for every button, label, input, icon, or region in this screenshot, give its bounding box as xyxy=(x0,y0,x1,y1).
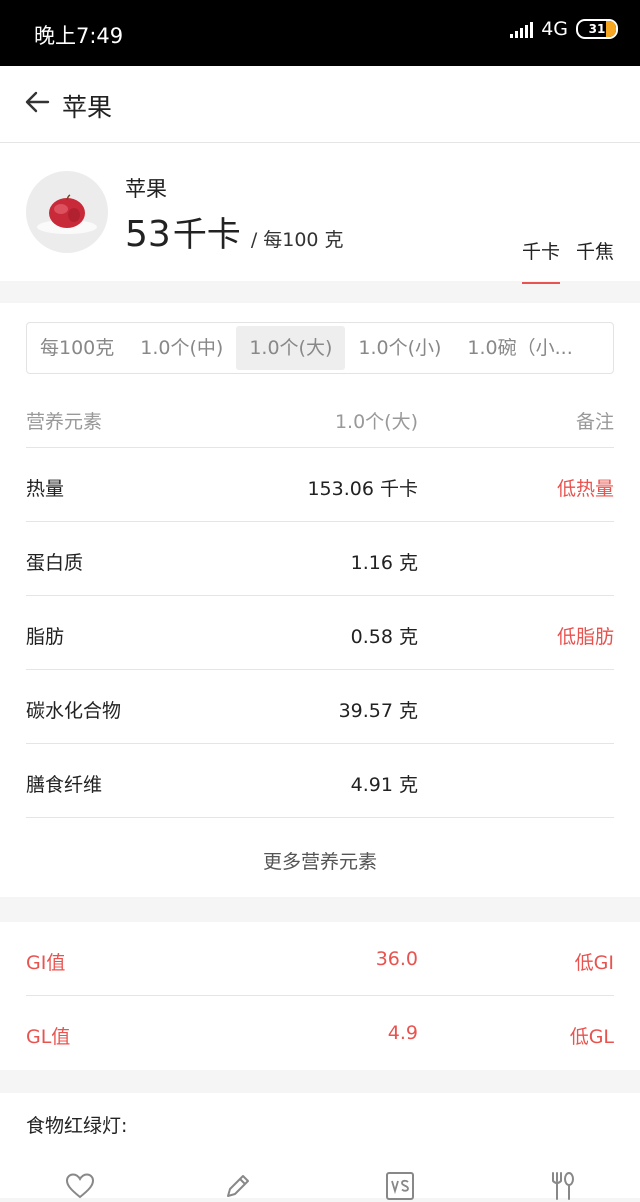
nutrient-value: 4.91 克 xyxy=(350,774,418,796)
nutrient-name: 热量 xyxy=(26,478,65,500)
status-time: 晚上7:49 xyxy=(34,24,124,48)
nutrient-value: 0.58 克 xyxy=(350,626,418,648)
table-row: 膳食纤维 4.91 克 xyxy=(26,744,614,818)
battery-icon: 31 xyxy=(576,19,618,39)
portion-selector: 每100克 1.0个(中) 1.0个(大) 1.0个(小) 1.0碗（小... xyxy=(26,322,614,374)
header-note: 备注 xyxy=(575,411,614,433)
food-name: 苹果 xyxy=(125,177,167,201)
table-row: 蛋白质 1.16 克 xyxy=(26,522,614,596)
gl-value: 4.9 xyxy=(387,1022,418,1044)
gl-note: 低GL xyxy=(569,1026,614,1048)
back-arrow-icon[interactable] xyxy=(24,88,52,116)
gi-value: 36.0 xyxy=(375,948,418,970)
nutrient-name: 膳食纤维 xyxy=(26,774,103,796)
gi-note: 低GI xyxy=(574,952,614,974)
nutrient-name: 脂肪 xyxy=(26,626,65,648)
nutrient-note: 低脂肪 xyxy=(556,626,614,648)
tab-kj[interactable]: 千焦 xyxy=(576,237,614,284)
gi-row: GI值 36.0 低GI xyxy=(26,922,614,996)
network-label: 4G xyxy=(541,18,568,40)
portion-per-100g[interactable]: 每100克 xyxy=(27,326,127,370)
bottom-toolbar xyxy=(0,1160,640,1200)
nutrient-value: 1.16 克 xyxy=(350,552,418,574)
fork-spoon-icon[interactable] xyxy=(546,1170,578,1202)
nutrient-name: 蛋白质 xyxy=(26,552,84,574)
table-row: 热量 153.06 千卡 低热量 xyxy=(26,448,614,522)
table-row: 碳水化合物 39.57 克 xyxy=(26,670,614,744)
app-header: 苹果 xyxy=(0,66,640,143)
calorie-value: 53 xyxy=(125,214,171,255)
vs-icon[interactable] xyxy=(384,1170,416,1202)
nutrient-name: 碳水化合物 xyxy=(26,700,122,722)
header-nutrient: 营养元素 xyxy=(26,411,103,433)
food-summary: 苹果 53 千卡 / 每100 克 千卡 千焦 xyxy=(0,143,640,284)
status-right: 4G 31 xyxy=(510,18,618,40)
more-nutrients-link[interactable]: 更多营养元素 xyxy=(0,847,640,874)
tab-kcal[interactable]: 千卡 xyxy=(521,237,560,284)
portion-small[interactable]: 1.0个(小) xyxy=(345,326,454,370)
gl-label: GL值 xyxy=(26,1026,71,1048)
nutrition-panel: 每100克 1.0个(中) 1.0个(大) 1.0个(小) 1.0碗（小... … xyxy=(0,303,640,897)
portion-bowl[interactable]: 1.0碗（小... xyxy=(454,326,585,370)
header-amount: 1.0个(大) xyxy=(334,411,418,433)
table-header: 营养元素 1.0个(大) 备注 xyxy=(26,387,614,448)
apple-image xyxy=(26,171,108,253)
table-row: 脂肪 0.58 克 低脂肪 xyxy=(26,596,614,670)
gl-row: GL值 4.9 低GL xyxy=(26,996,614,1069)
energy-unit-toggle: 千卡 千焦 xyxy=(521,237,614,284)
portion-large[interactable]: 1.0个(大) xyxy=(236,326,346,370)
page-title: 苹果 xyxy=(62,93,113,122)
nutrient-value: 153.06 千卡 xyxy=(307,478,418,500)
pencil-icon[interactable] xyxy=(222,1170,254,1202)
food-traffic-light: 食物红绿灯: xyxy=(0,1093,640,1164)
signal-icon xyxy=(510,20,534,38)
calorie-per: / 每100 克 xyxy=(250,229,344,251)
status-bar: 晚上7:49 4G 31 xyxy=(0,0,640,66)
nutrient-note: 低热量 xyxy=(556,478,614,500)
calorie-unit: 千卡 xyxy=(172,215,241,255)
calorie-display: 53 千卡 / 每100 克 xyxy=(125,207,344,256)
battery-level: 31 xyxy=(588,22,606,36)
heart-icon[interactable] xyxy=(64,1170,96,1202)
glycemic-panel: GI值 36.0 低GI GL值 4.9 低GL xyxy=(0,922,640,1070)
gi-label: GI值 xyxy=(26,952,66,974)
traffic-light-label: 食物红绿灯: xyxy=(26,1115,128,1137)
nutrient-value: 39.57 克 xyxy=(338,700,418,722)
portion-medium[interactable]: 1.0个(中) xyxy=(127,326,236,370)
